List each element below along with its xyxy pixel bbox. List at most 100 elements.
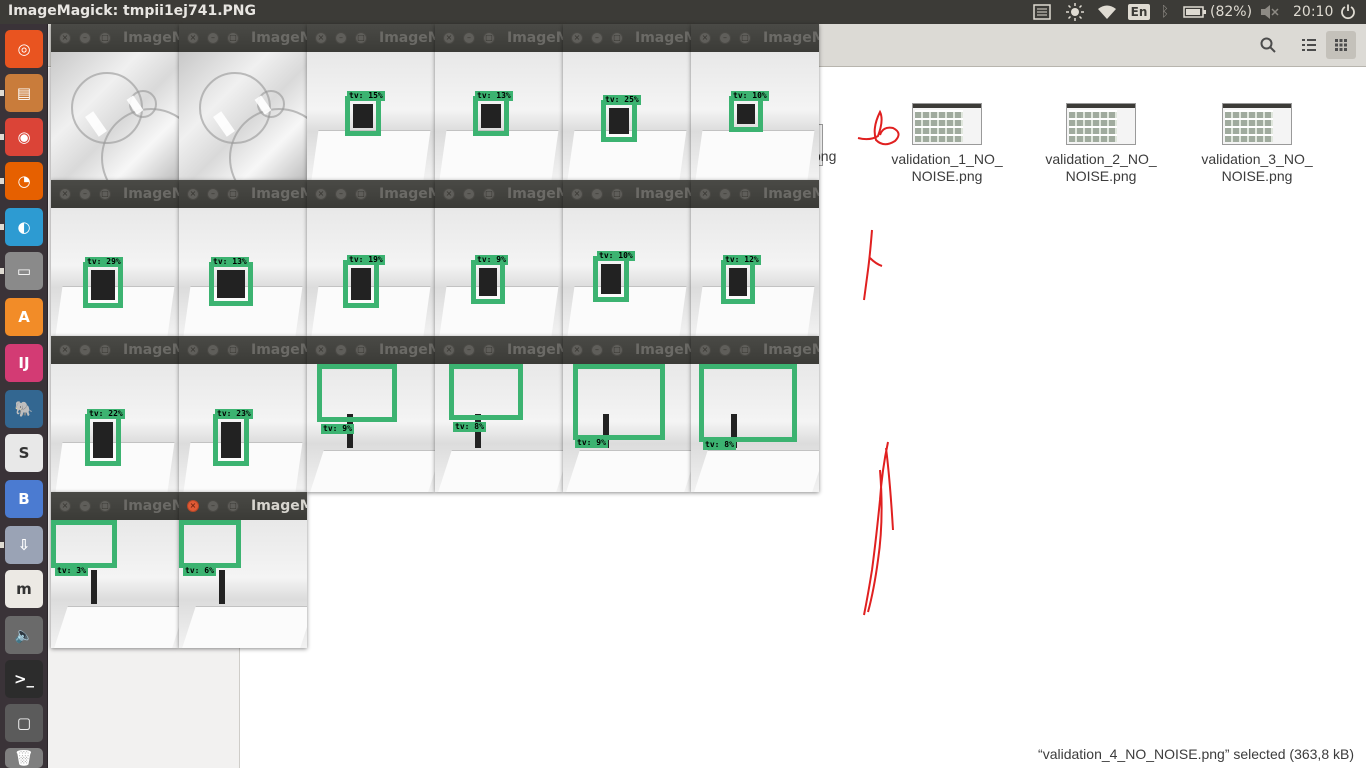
maximize-button[interactable]: □ [227,500,239,512]
close-button[interactable]: × [699,32,711,44]
close-button[interactable]: × [187,344,199,356]
atom-icon[interactable]: B [5,480,43,518]
file-item[interactable]: validation_3_NO_ NOISE.png [1187,103,1327,185]
imagemagick-window[interactable]: ×–□ ImageMagick: tmpii1ej741.PNG [179,24,307,180]
display-icon[interactable]: ▢ [5,704,43,742]
imagemagick-window[interactable]: ×–□ ImageMagick: tmpii1ej741.PNG tv: 9% [435,180,563,336]
maximize-button[interactable]: □ [99,500,111,512]
imagemagick-window[interactable]: ×–□ ImageMagick: tmpii1ej741.PNG tv: 10% [691,24,819,180]
maximize-button[interactable]: □ [739,188,751,200]
minimize-button[interactable]: – [719,32,731,44]
maximize-button[interactable]: □ [739,32,751,44]
ubuntu-dash-icon[interactable]: ◎ [5,30,43,68]
imagemagick-window[interactable]: ×–□ ImageMagick: tmpii1ej741.PNG tv: 23% [179,336,307,492]
window-titlebar[interactable]: ×–□ ImageMagick: tmpii1ej741.PNG [179,24,307,52]
window-titlebar[interactable]: ×–□ ImageMagick: tmpii1ej741.PNG [51,180,179,208]
chrome-icon[interactable]: ◉ [5,118,43,156]
imagemagick-window[interactable]: ×–□ ImageMagick: tmpii1ej741.PNG tv: 29% [51,180,179,336]
minimize-button[interactable]: – [463,188,475,200]
window-titlebar[interactable]: ×–□ ImageMagick: tmpii1ej741.PNG [179,492,307,520]
window-titlebar[interactable]: ×–□ ImageMagick: tmpii1ej741.PNG [563,180,691,208]
minimize-button[interactable]: – [335,188,347,200]
imagemagick-window[interactable]: ×–□ ImageMagick: tmpii1ej741.PNG tv: 19% [307,180,435,336]
minimize-button[interactable]: – [719,188,731,200]
maximize-button[interactable]: □ [483,344,495,356]
minimize-button[interactable]: – [207,188,219,200]
minimize-button[interactable]: – [591,188,603,200]
wifi-icon[interactable] [1096,3,1118,21]
bluetooth-icon[interactable]: ᛒ [1158,3,1172,21]
window-titlebar[interactable]: ×–□ ImageMagick: tmpii1ej741.PNG [51,492,179,520]
window-titlebar[interactable]: ×–□ ImageMagick: tmpii1ej741.PNG [691,336,819,364]
grid-view-icon[interactable] [1326,31,1356,59]
maximize-button[interactable]: □ [227,32,239,44]
close-button[interactable]: × [187,32,199,44]
volume-muted-icon[interactable] [1258,3,1280,21]
window-titlebar[interactable]: ×–□ ImageMagick: tmpii1ej741.PNG [51,336,179,364]
minimize-button[interactable]: – [79,188,91,200]
trash-icon[interactable]: 🗑 [5,748,43,768]
imagemagick-window[interactable]: ×–□ ImageMagick: tmpii1ej741.PNG tv: 25% [563,24,691,180]
close-button[interactable]: × [443,344,455,356]
window-titlebar[interactable]: ×–□ ImageMagick: tmpii1ej741.PNG [51,24,179,52]
maximize-button[interactable]: □ [483,32,495,44]
window-titlebar[interactable]: ×–□ ImageMagick: tmpii1ej741.PNG [307,24,435,52]
maximize-button[interactable]: □ [611,32,623,44]
minimize-button[interactable]: – [591,32,603,44]
window-titlebar[interactable]: ×–□ ImageMagick: tmpii1ej741.PNG [435,336,563,364]
minimize-button[interactable]: – [207,32,219,44]
battery-icon[interactable] [1182,3,1208,21]
imagemagick-window[interactable]: ×–□ ImageMagick: tmpii1ej741.PNG tv: 3% [51,492,179,648]
close-button[interactable]: × [571,344,583,356]
maximize-button[interactable]: □ [99,188,111,200]
window-titlebar[interactable]: ×–□ ImageMagick: tmpii1ej741.PNG [691,24,819,52]
musescore-icon[interactable]: m [5,570,43,608]
window-titlebar[interactable]: ×–□ ImageMagick: tmpii1ej741.PNG [179,180,307,208]
imagemagick-window[interactable]: ×–□ ImageMagick: tmpii1ej741.PNG tv: 13% [435,24,563,180]
close-button[interactable]: × [187,188,199,200]
close-button[interactable]: × [443,188,455,200]
minimize-button[interactable]: – [79,32,91,44]
list-view-icon[interactable] [1294,31,1324,59]
app-icon[interactable]: ◐ [5,208,43,246]
imagemagick-window[interactable]: ×–□ ImageMagick: tmpii1ej741.PNG tv: 13% [179,180,307,336]
close-button[interactable]: × [59,500,71,512]
window-titlebar[interactable]: ×–□ ImageMagick: tmpii1ej741.PNG [307,336,435,364]
maximize-button[interactable]: □ [99,32,111,44]
imagemagick-window[interactable]: ×–□ ImageMagick: tmpii1ej741.PNG tv: 9% [563,336,691,492]
imagemagick-window[interactable]: ×–□ ImageMagick: tmpii1ej741.PNG [51,24,179,180]
maximize-button[interactable]: □ [355,188,367,200]
file-item[interactable]: validation_1_NO_ NOISE.png [877,103,1017,185]
indicator-menu-icon[interactable] [1031,3,1053,21]
close-button[interactable]: × [315,188,327,200]
close-button[interactable]: × [443,32,455,44]
drive-icon[interactable]: ▭ [5,252,43,290]
maximize-button[interactable]: □ [739,344,751,356]
minimize-button[interactable]: – [207,344,219,356]
maximize-button[interactable]: □ [355,32,367,44]
window-titlebar[interactable]: ×–□ ImageMagick: tmpii1ej741.PNG [563,336,691,364]
minimize-button[interactable]: – [463,32,475,44]
imagemagick-window[interactable]: ×–□ ImageMagick: tmpii1ej741.PNG tv: 8% [435,336,563,492]
postgres-icon[interactable]: 🐘 [5,390,43,428]
close-button[interactable]: × [315,32,327,44]
keyboard-icon[interactable]: En [1127,3,1151,21]
imagemagick-window[interactable]: ×–□ ImageMagick: tmpii1ej741.PNG tv: 10% [563,180,691,336]
maximize-button[interactable]: □ [355,344,367,356]
close-button[interactable]: × [571,32,583,44]
window-titlebar[interactable]: ×–□ ImageMagick: tmpii1ej741.PNG [563,24,691,52]
maximize-button[interactable]: □ [611,188,623,200]
minimize-button[interactable]: – [79,500,91,512]
window-titlebar[interactable]: ×–□ ImageMagick: tmpii1ej741.PNG [179,336,307,364]
terminal-icon[interactable]: >_ [5,660,43,698]
close-button[interactable]: × [59,344,71,356]
brightness-icon[interactable] [1064,3,1086,21]
window-titlebar[interactable]: ×–□ ImageMagick: tmpii1ej741.PNG [435,24,563,52]
firefox-icon[interactable]: ◔ [5,162,43,200]
slack-icon[interactable]: S [5,434,43,472]
close-button[interactable]: × [699,344,711,356]
maximize-button[interactable]: □ [611,344,623,356]
search-icon[interactable] [1253,31,1283,59]
minimize-button[interactable]: – [207,500,219,512]
imagemagick-window[interactable]: ×–□ ImageMagick: tmpii1ej741.PNG tv: 9% [307,336,435,492]
